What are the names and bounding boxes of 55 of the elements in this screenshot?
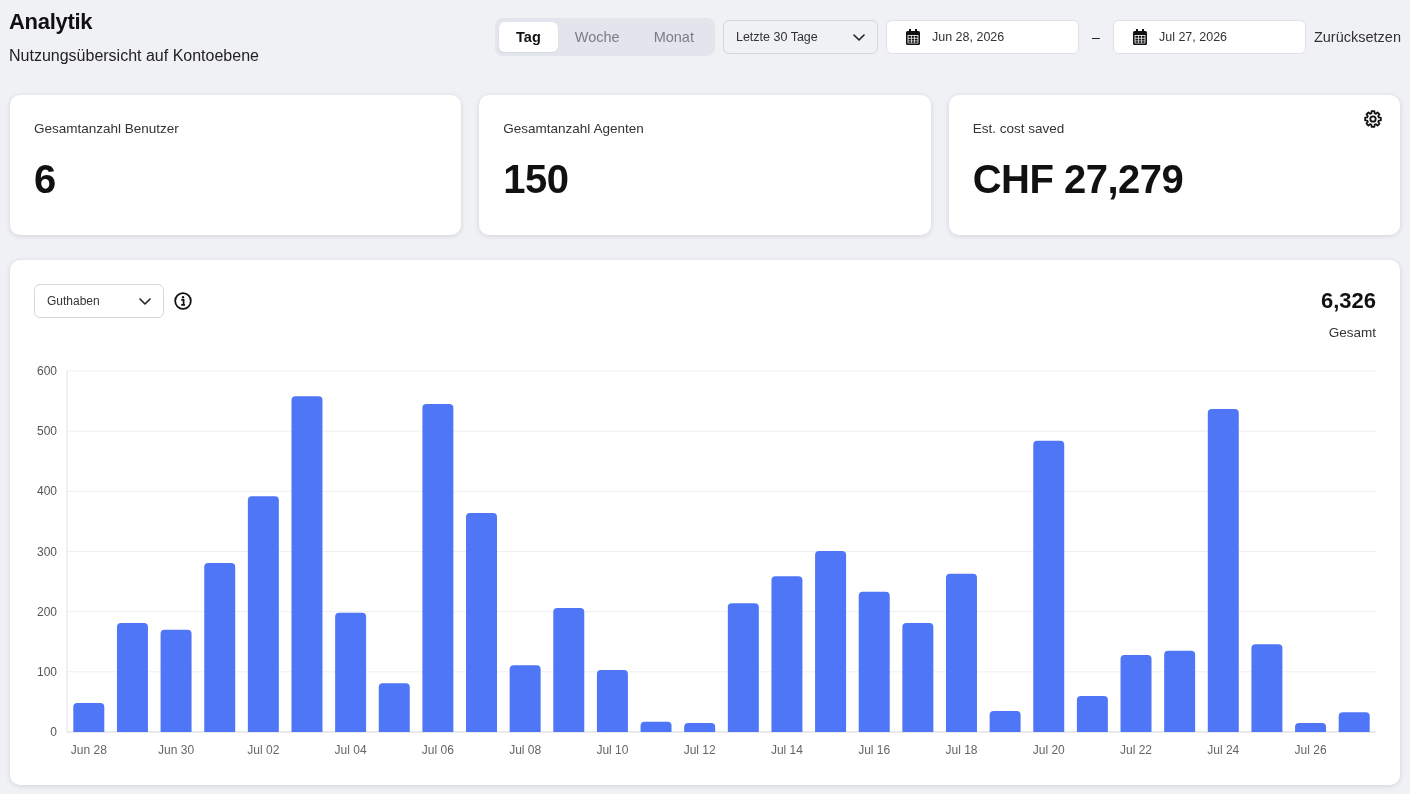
x-axis-label: Jul 20 [1032,743,1065,757]
chart-bar [1076,695,1108,732]
stat-label: Gesamtanzahl Benutzer [34,121,179,137]
chevron-down-icon [139,297,151,305]
calendar-icon [905,29,920,45]
x-axis-label: Jul 22 [1120,743,1153,757]
y-axis-label: 400 [36,484,57,499]
metric-dropdown[interactable]: Guthaben [34,284,164,318]
x-axis-label: Jul 14 [770,743,803,757]
end-date-field[interactable]: Jul 27, 2026 [1112,20,1306,54]
page-subtitle: Nutzungsübersicht auf Kontoebene [9,46,259,66]
x-axis-label: Jul 04 [334,743,367,757]
y-axis-label: 0 [50,725,57,739]
x-axis-label: Jul 06 [421,743,454,757]
stat-value: 6 [34,156,57,202]
range-separator: – [1091,29,1101,45]
y-axis-label: 300 [36,544,57,559]
stat-value: 150 [503,156,570,202]
x-axis-label: Jul 18 [945,743,978,757]
x-axis-label: Jul 02 [247,743,280,757]
chevron-down-icon [852,33,865,41]
x-axis-label: Jul 24 [1207,743,1240,757]
x-axis-label: Jul 08 [509,743,542,757]
page-title: Analytik [9,8,94,36]
x-axis-label: Jul 12 [683,743,716,757]
x-axis-label: Jul 26 [1294,743,1327,757]
x-axis-label: Jun 30 [158,743,195,757]
y-axis-label: 100 [36,664,57,679]
info-icon[interactable] [174,292,192,310]
chart-bar [73,703,105,732]
y-axis-label: 500 [36,424,57,439]
period-tab[interactable]: Tag [499,22,558,52]
chart-bar [684,723,716,732]
y-axis-label: 200 [36,604,57,619]
x-axis-label: Jul 16 [858,743,891,757]
chart-bar [989,710,1021,732]
stat-label: Est. cost saved [972,121,1065,137]
start-date-field[interactable]: Jun 28, 2026 [885,20,1079,54]
chart-bar [509,665,541,732]
x-axis-label: Jul 10 [596,743,629,757]
chart-bar [1338,712,1370,732]
chart-bar [640,721,672,732]
total-label: Gesamt [1328,324,1376,342]
chart-bar [1295,723,1327,732]
chart-bar [378,683,410,732]
stat-label: Gesamtanzahl Agenten [503,121,644,137]
y-axis-label: 600 [36,364,57,378]
chart-bar [596,670,628,732]
total-value: 6,326 [1320,288,1376,314]
reset-link[interactable]: Zurücksetzen [1313,29,1401,45]
x-axis-label: Jun 28 [70,743,107,757]
stat-value: CHF 27,279 [972,156,1185,202]
settings-icon[interactable] [1364,110,1382,128]
calendar-icon [1132,29,1147,45]
range-dropdown[interactable]: Letzte 30 Tage [722,20,878,54]
